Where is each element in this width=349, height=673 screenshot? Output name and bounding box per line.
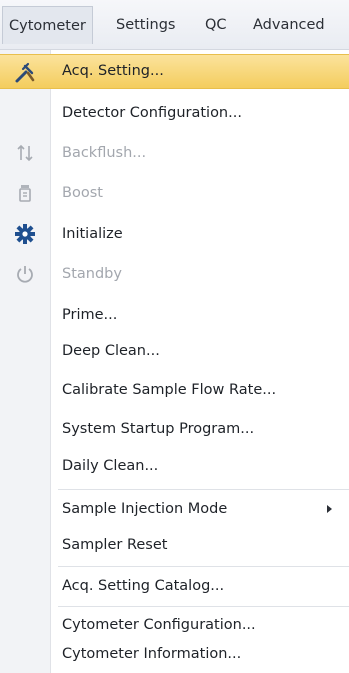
menu-item-label: Calibrate Sample Flow Rate... xyxy=(62,382,277,398)
menu-separator xyxy=(58,489,349,490)
backflush-icon xyxy=(14,142,36,164)
power-icon xyxy=(14,263,36,285)
menu-item-label: Boost xyxy=(62,185,103,201)
menu-separator xyxy=(58,566,349,567)
menu-item-standby: Standby xyxy=(0,256,349,292)
tools-icon xyxy=(14,62,36,84)
submenu-arrow-icon xyxy=(327,505,332,513)
menu-item-label: Detector Configuration... xyxy=(62,105,242,121)
menu-item-daily-clean[interactable]: Daily Clean... xyxy=(0,448,349,484)
menu-bar: Cytometer Settings QC Advanced xyxy=(0,0,349,50)
menu-item-detector-configuration[interactable]: Detector Configuration... xyxy=(0,95,349,131)
menu-item-calibrate-sample-flow-rate[interactable]: Calibrate Sample Flow Rate... xyxy=(0,372,349,408)
menu-item-label: Acq. Setting Catalog... xyxy=(62,578,225,594)
menu-item-sampler-reset[interactable]: Sampler Reset xyxy=(0,527,349,563)
menu-item-label: Prime... xyxy=(62,307,118,323)
menu-item-label: Sample Injection Mode xyxy=(62,501,228,517)
menu-item-initialize[interactable]: Initialize xyxy=(0,216,349,252)
cytometer-dropdown-menu: Acq. Setting... Detector Configuration..… xyxy=(0,50,349,673)
menu-item-label: System Startup Program... xyxy=(62,421,255,437)
menu-item-deep-clean[interactable]: Deep Clean... xyxy=(0,333,349,369)
boost-icon xyxy=(14,182,36,204)
gear-icon xyxy=(14,223,36,245)
menu-item-acq-setting[interactable]: Acq. Setting... xyxy=(0,54,349,89)
menu-cytometer[interactable]: Cytometer xyxy=(2,6,93,44)
menu-item-label: Standby xyxy=(62,266,122,282)
menu-qc[interactable]: QC xyxy=(205,12,227,38)
menu-item-label: Backflush... xyxy=(62,145,147,161)
menu-item-prime[interactable]: Prime... xyxy=(0,297,349,333)
menu-advanced[interactable]: Advanced xyxy=(253,12,325,38)
menu-item-label: Sampler Reset xyxy=(62,537,168,553)
menu-item-label: Initialize xyxy=(62,226,123,242)
menu-item-backflush: Backflush... xyxy=(0,135,349,171)
menu-item-system-startup-program[interactable]: System Startup Program... xyxy=(0,411,349,447)
menu-item-acq-setting-catalog[interactable]: Acq. Setting Catalog... xyxy=(0,568,349,604)
app-window: Cytometer Settings QC Advanced Acq. Sett… xyxy=(0,0,349,673)
menu-item-label: Deep Clean... xyxy=(62,343,160,359)
menu-item-cytometer-information[interactable]: Cytometer Information... xyxy=(0,636,349,672)
menu-item-label: Acq. Setting... xyxy=(62,63,164,79)
menu-item-label: Cytometer Information... xyxy=(62,646,242,662)
menu-settings[interactable]: Settings xyxy=(116,12,175,38)
menu-item-label: Daily Clean... xyxy=(62,458,159,474)
menu-item-sample-injection-mode[interactable]: Sample Injection Mode xyxy=(0,491,349,527)
menu-item-boost: Boost xyxy=(0,175,349,211)
